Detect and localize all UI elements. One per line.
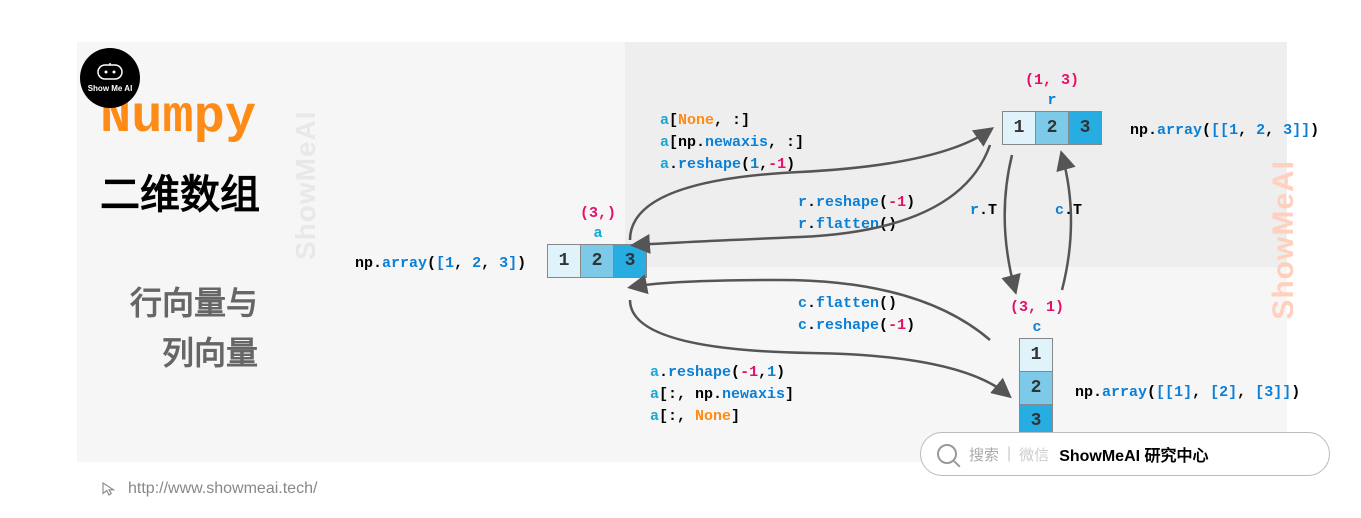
cell: 3: [613, 244, 647, 278]
code-r-to-a: r.reshape(-1) r.flatten(): [798, 192, 915, 236]
code-c-array: np.array([[1], [2], [3]]): [1075, 382, 1300, 404]
watermark-right: ShowMeAI: [1267, 160, 1301, 320]
cell: 2: [1019, 371, 1053, 405]
cell: 1: [1002, 111, 1036, 145]
cell: 1: [1019, 338, 1053, 372]
search-box[interactable]: 搜索 | 微信 ShowMeAI 研究中心: [920, 432, 1330, 476]
var-r: r: [1002, 92, 1102, 109]
cell: 3: [1068, 111, 1102, 145]
separator: |: [1007, 445, 1011, 463]
logo-face-icon: [96, 63, 124, 86]
shape-a: (3,): [548, 205, 648, 222]
array-c: 1 2 3: [1020, 339, 1053, 438]
var-c: c: [1002, 319, 1072, 336]
url-text: http://www.showmeai.tech/: [128, 480, 317, 497]
array-a: 1 2 3: [548, 245, 647, 278]
shape-r: (1, 3): [1002, 72, 1102, 89]
code-a-to-r: a[None, :] a[np.newaxis, :] a.reshape(1,…: [660, 110, 804, 175]
search-hint: 搜索: [969, 444, 999, 465]
var-a: a: [548, 225, 648, 242]
logo-text: Show Me AI: [88, 84, 133, 93]
cursor-icon: [100, 480, 118, 498]
title-row-vector: 行向量与: [130, 278, 258, 324]
title-subtitle: 二维数组: [100, 162, 260, 220]
search-main: ShowMeAI 研究中心: [1059, 442, 1208, 466]
code-a-to-c: a.reshape(-1,1) a[:, np.newaxis] a[:, No…: [650, 362, 794, 427]
title-col-vector: 列向量: [162, 328, 258, 374]
search-icon: [937, 444, 957, 464]
cell: 2: [580, 244, 614, 278]
code-r-array: np.array([[1, 2, 3]]): [1130, 120, 1319, 142]
logo-badge: Show Me AI: [80, 48, 140, 108]
footer-url: http://www.showmeai.tech/: [100, 480, 317, 498]
shape-c: (3, 1): [1002, 299, 1072, 316]
cell: 1: [547, 244, 581, 278]
code-rT: r.T: [970, 200, 997, 222]
code-c-to-a: c.flatten() c.reshape(-1): [798, 293, 915, 337]
search-wx: 微信: [1019, 444, 1049, 465]
code-cT: c.T: [1055, 200, 1082, 222]
code-a-array: np.array([1, 2, 3]): [355, 253, 526, 275]
cell: 2: [1035, 111, 1069, 145]
array-r: 1 2 3: [1003, 112, 1102, 145]
watermark-left: ShowMeAI: [290, 110, 322, 260]
